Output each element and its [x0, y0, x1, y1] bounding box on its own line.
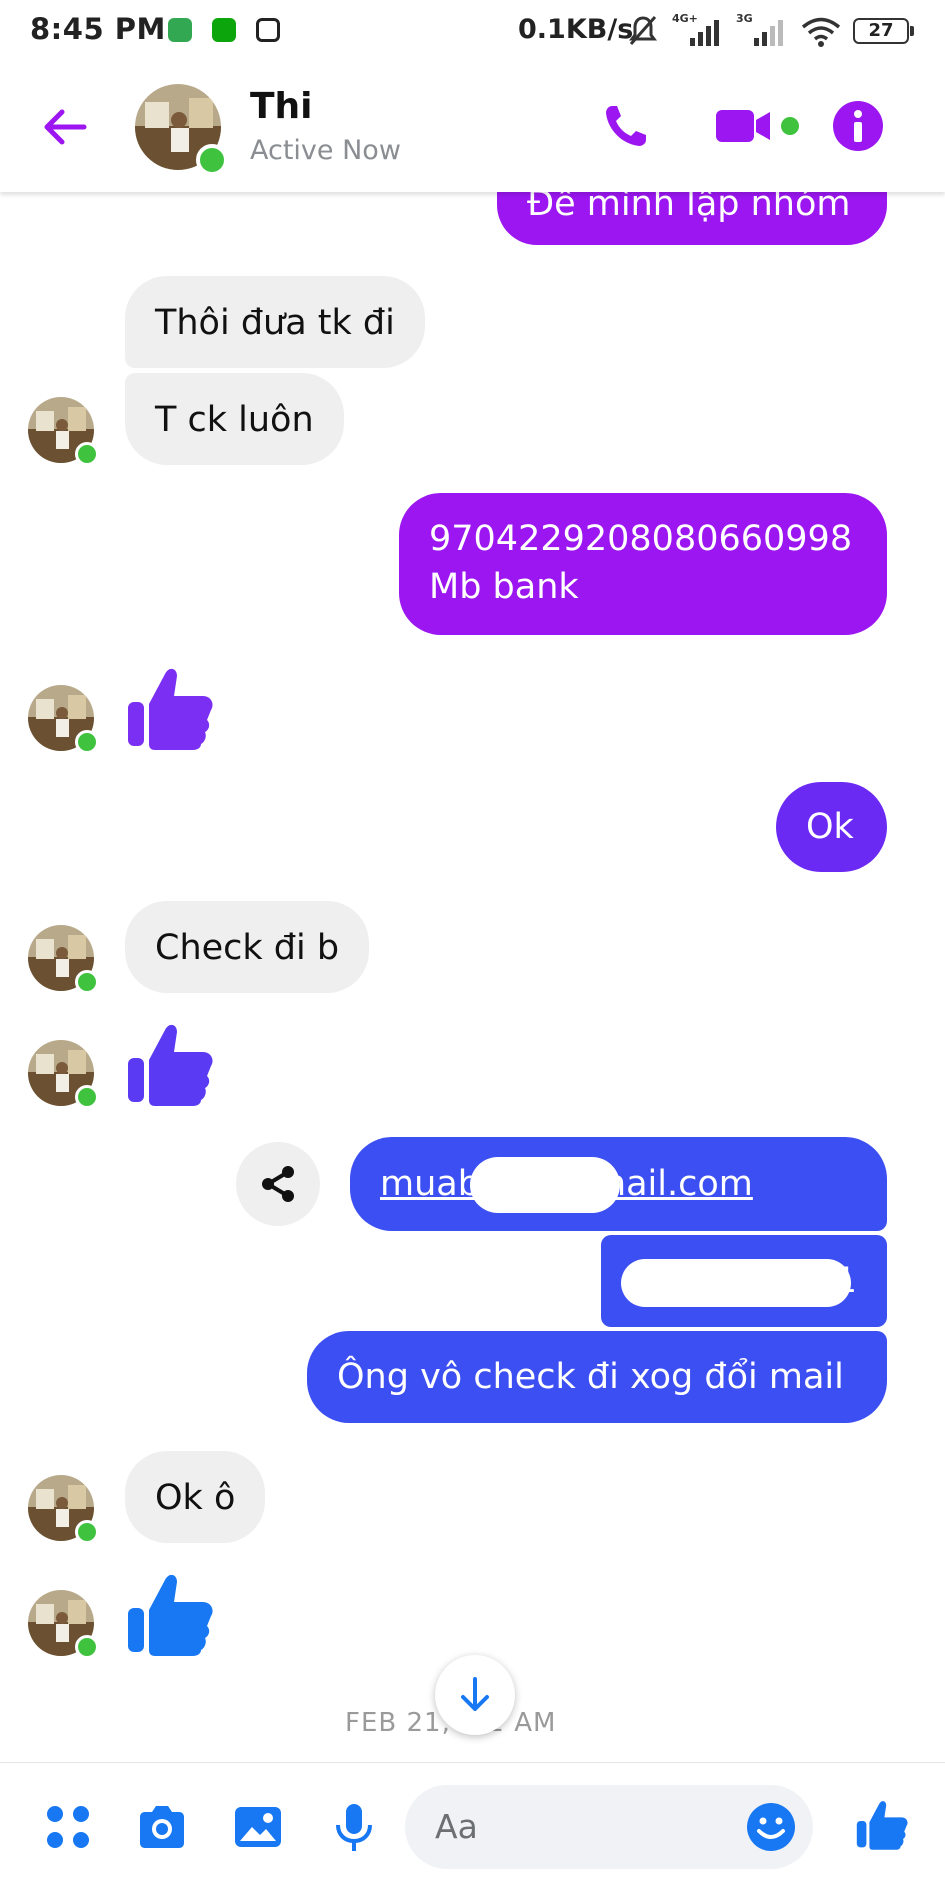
status-time: 8:45 PM — [30, 12, 166, 46]
message-incoming[interactable]: T ck luôn — [125, 373, 344, 465]
emoji-icon[interactable] — [745, 1801, 797, 1853]
gallery-icon[interactable] — [232, 1801, 284, 1853]
message-text: Check đi b — [155, 928, 340, 968]
message-text: Ok — [806, 807, 854, 847]
message-text: Ok ô — [155, 1478, 236, 1518]
online-indicator — [75, 1085, 99, 1109]
redaction-mark — [470, 1157, 620, 1213]
app-notification-icon — [212, 18, 236, 42]
scroll-to-bottom-button[interactable] — [435, 1655, 515, 1735]
signal-icon — [754, 20, 783, 46]
online-indicator — [196, 144, 228, 176]
app-notification-icon — [256, 18, 280, 42]
thumbs-up-icon[interactable] — [855, 1797, 909, 1851]
apps-icon[interactable] — [42, 1801, 94, 1853]
message-composer: Aa — [0, 1762, 945, 1891]
message-outgoing-link[interactable]: muaba 8@gmail.com — [350, 1137, 887, 1231]
thumbs-up-icon[interactable] — [125, 1568, 215, 1658]
signal-label-3g: 3G — [736, 12, 753, 25]
message-input[interactable]: Aa — [405, 1785, 813, 1869]
phone-icon[interactable] — [598, 98, 654, 154]
video-icon[interactable] — [714, 98, 804, 154]
message-incoming[interactable]: Ok ô — [125, 1451, 266, 1543]
camera-icon[interactable] — [136, 1801, 188, 1853]
mute-icon — [629, 16, 657, 45]
share-button[interactable] — [236, 1142, 320, 1226]
message-text: Mb bank — [429, 567, 579, 607]
online-indicator — [75, 730, 99, 754]
message-incoming[interactable]: Thôi đưa tk đi — [125, 276, 425, 368]
online-indicator — [75, 1520, 99, 1544]
message-text: Ông vô check đi xog đổi mail — [337, 1357, 844, 1397]
message-input-placeholder: Aa — [435, 1807, 478, 1846]
back-arrow-icon[interactable] — [40, 102, 90, 152]
arrow-down-icon — [461, 1677, 489, 1711]
microphone-icon[interactable] — [328, 1801, 380, 1853]
battery-tip — [910, 26, 914, 36]
message-incoming[interactable]: Check đi b — [125, 901, 370, 993]
signal-icon — [690, 20, 719, 46]
thumbs-up-icon[interactable] — [125, 1018, 215, 1108]
redaction-mark — [621, 1259, 851, 1307]
app-notification-icon — [168, 18, 192, 42]
message-outgoing[interactable]: 9704229208080660998 Mb bank — [399, 493, 887, 635]
info-icon[interactable] — [830, 98, 886, 154]
message-text: T ck luôn — [155, 400, 314, 440]
message-text: Thôi đưa tk đi — [155, 303, 395, 343]
message-outgoing[interactable]: Ông vô check đi xog đổi mail — [307, 1331, 887, 1423]
message-outgoing[interactable]: 1 — [601, 1235, 887, 1327]
network-speed: 0.1KB/s — [518, 14, 634, 45]
contact-status: Active Now — [250, 135, 401, 166]
online-indicator — [75, 1635, 99, 1659]
status-bar: 8:45 PM 0.1KB/s 4G+ 3G 27 — [0, 0, 945, 62]
share-icon — [262, 1166, 294, 1202]
message-outgoing[interactable]: Ok — [776, 782, 887, 872]
online-indicator — [75, 442, 99, 466]
wifi-icon — [801, 17, 841, 47]
thumbs-up-icon[interactable] — [125, 662, 215, 752]
message-text: 9704229208080660998 — [429, 519, 853, 559]
battery-level: 27 — [853, 18, 909, 44]
contact-name[interactable]: Thi — [250, 86, 313, 127]
online-indicator — [75, 970, 99, 994]
chat-header: Thi Active Now — [0, 62, 945, 192]
